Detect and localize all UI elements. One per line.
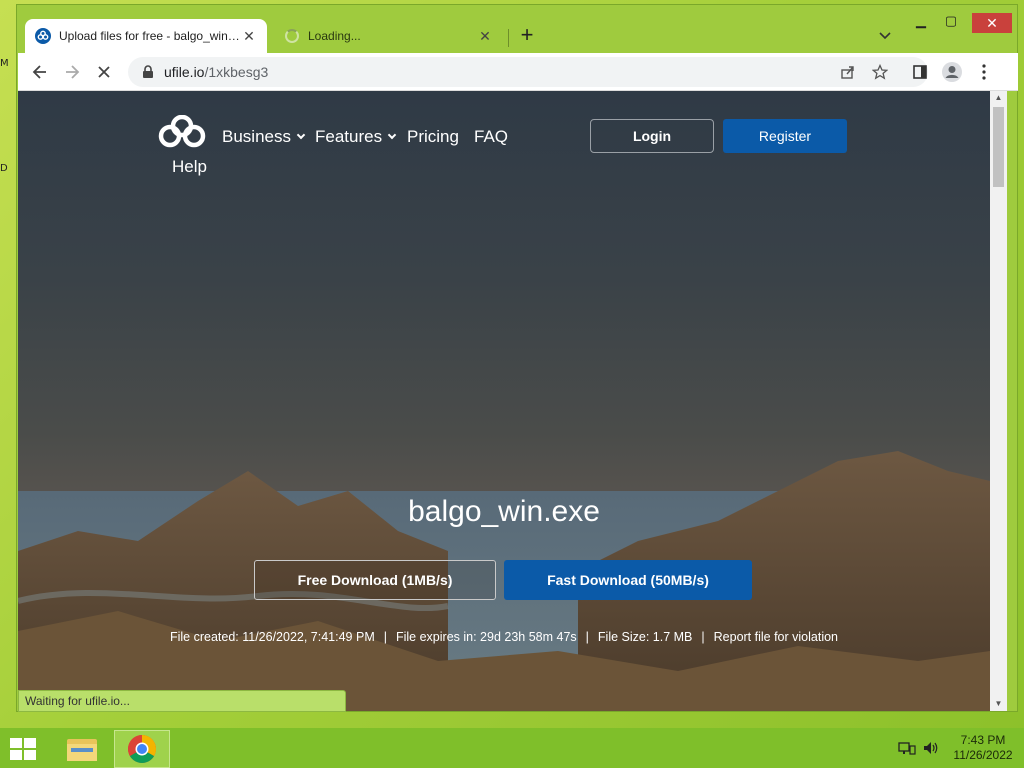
url-text: ufile.io/1xkbesg3 [164,64,268,80]
nav-faq[interactable]: FAQ [474,127,508,147]
browser-toolbar: ufile.io/1xkbesg3 [18,53,1018,91]
profile-avatar-icon [942,62,962,82]
register-button[interactable]: Register [723,119,847,153]
side-panel-button[interactable] [906,59,934,85]
tab-close-icon[interactable]: ✕ [477,28,493,45]
tab-title: Upload files for free - balgo_win.exe - … [59,29,241,43]
scroll-down-arrow-icon[interactable]: ▼ [990,697,1007,711]
desktop-icon-label-fragment: M [0,58,9,69]
file-created-text: File created: 11/26/2022, 7:41:49 PM [169,630,375,644]
clock-time: 7:43 PM [960,733,1006,747]
volume-icon[interactable] [922,740,940,756]
file-info-line: File created: 11/26/2022, 7:41:49 PM | Fil… [168,625,840,649]
tab-divider [508,29,509,47]
separator: | [701,630,705,644]
url-domain: ufile.io [164,64,205,80]
site-header: Help Business Features Pricing FAQ Login… [158,113,858,176]
chrome-menu-button[interactable] [970,59,998,85]
taskbar-clock[interactable]: 7:43 PM 11/26/2022 [948,733,1018,763]
taskbar-chrome[interactable] [114,730,170,768]
lock-icon[interactable] [142,65,154,79]
file-size-text: File Size: 1.7 MB [597,630,693,644]
loading-spinner-icon [285,29,299,43]
kebab-menu-icon [982,64,986,80]
report-file-link[interactable]: Report file for violation [714,630,838,644]
nav-business-label: Business [222,127,291,146]
network-icon[interactable] [898,740,916,756]
separator: | [383,630,387,644]
maximize-button[interactable]: ▢ [939,13,963,33]
separator: | [585,630,589,644]
nav-features-label: Features [315,127,383,146]
file-explorer-folder-icon [67,739,97,761]
page-viewport: Help Business Features Pricing FAQ Login… [18,91,990,711]
forward-arrow-icon [66,65,80,79]
desktop-icon-label-fragment: D [0,163,8,174]
clock-date: 11/26/2022 [953,748,1013,762]
login-button[interactable]: Login [590,119,714,153]
windows-taskbar: 7:43 PM 11/26/2022 [0,728,1024,768]
scrollbar-thumb[interactable] [993,107,1004,187]
tab-close-icon[interactable]: ✕ [241,28,257,45]
close-window-button[interactable]: ✕ [972,13,1012,33]
taskbar-file-explorer[interactable] [54,730,110,768]
nav-pricing[interactable]: Pricing [407,127,459,147]
tab-search-chevron-icon[interactable] [877,27,893,43]
share-icon[interactable] [840,64,856,80]
tab-loading[interactable]: Loading... ✕ [275,19,503,53]
chevron-down-icon [387,130,397,140]
address-bar[interactable]: ufile.io/1xkbesg3 [128,57,928,87]
minimize-button[interactable]: ▁ [909,13,933,33]
fast-download-button[interactable]: Fast Download (50MB/s) [504,560,752,600]
nav-business[interactable]: Business [222,127,306,147]
file-expires-text: File expires in: 29d 23h 58m 47s [395,630,577,644]
chrome-logo-icon [128,735,156,763]
ufile-favicon-icon [35,28,51,44]
chevron-down-icon [296,130,306,140]
file-name-heading: balgo_win.exe [408,495,600,528]
stop-x-icon [98,66,110,78]
back-button[interactable] [26,59,54,85]
tab-title: Loading... [308,29,361,43]
free-download-button[interactable]: Free Download (1MB/s) [254,560,496,600]
browser-window: Upload files for free - balgo_win.exe - … [16,4,1018,712]
back-arrow-icon [32,65,46,79]
nav-features[interactable]: Features [315,127,397,147]
bookmark-star-icon[interactable] [872,64,888,80]
tab-strip: Upload files for free - balgo_win.exe - … [17,5,1017,53]
ufile-logo-icon[interactable] [158,115,206,149]
tab-ufile[interactable]: Upload files for free - balgo_win.exe - … [25,19,267,53]
new-tab-button[interactable]: + [515,24,539,48]
page-scrollbar[interactable]: ▲ ▼ [990,91,1007,711]
browser-status-bubble: Waiting for ufile.io... [18,690,346,712]
stop-loading-button[interactable] [90,59,118,85]
side-panel-icon [913,65,927,79]
profile-button[interactable] [938,59,966,85]
nav-help[interactable]: Help [172,157,207,177]
forward-button[interactable] [58,59,86,85]
url-path: /1xkbesg3 [204,64,269,80]
scroll-up-arrow-icon[interactable]: ▲ [990,91,1007,105]
windows-start-icon[interactable] [8,736,38,762]
